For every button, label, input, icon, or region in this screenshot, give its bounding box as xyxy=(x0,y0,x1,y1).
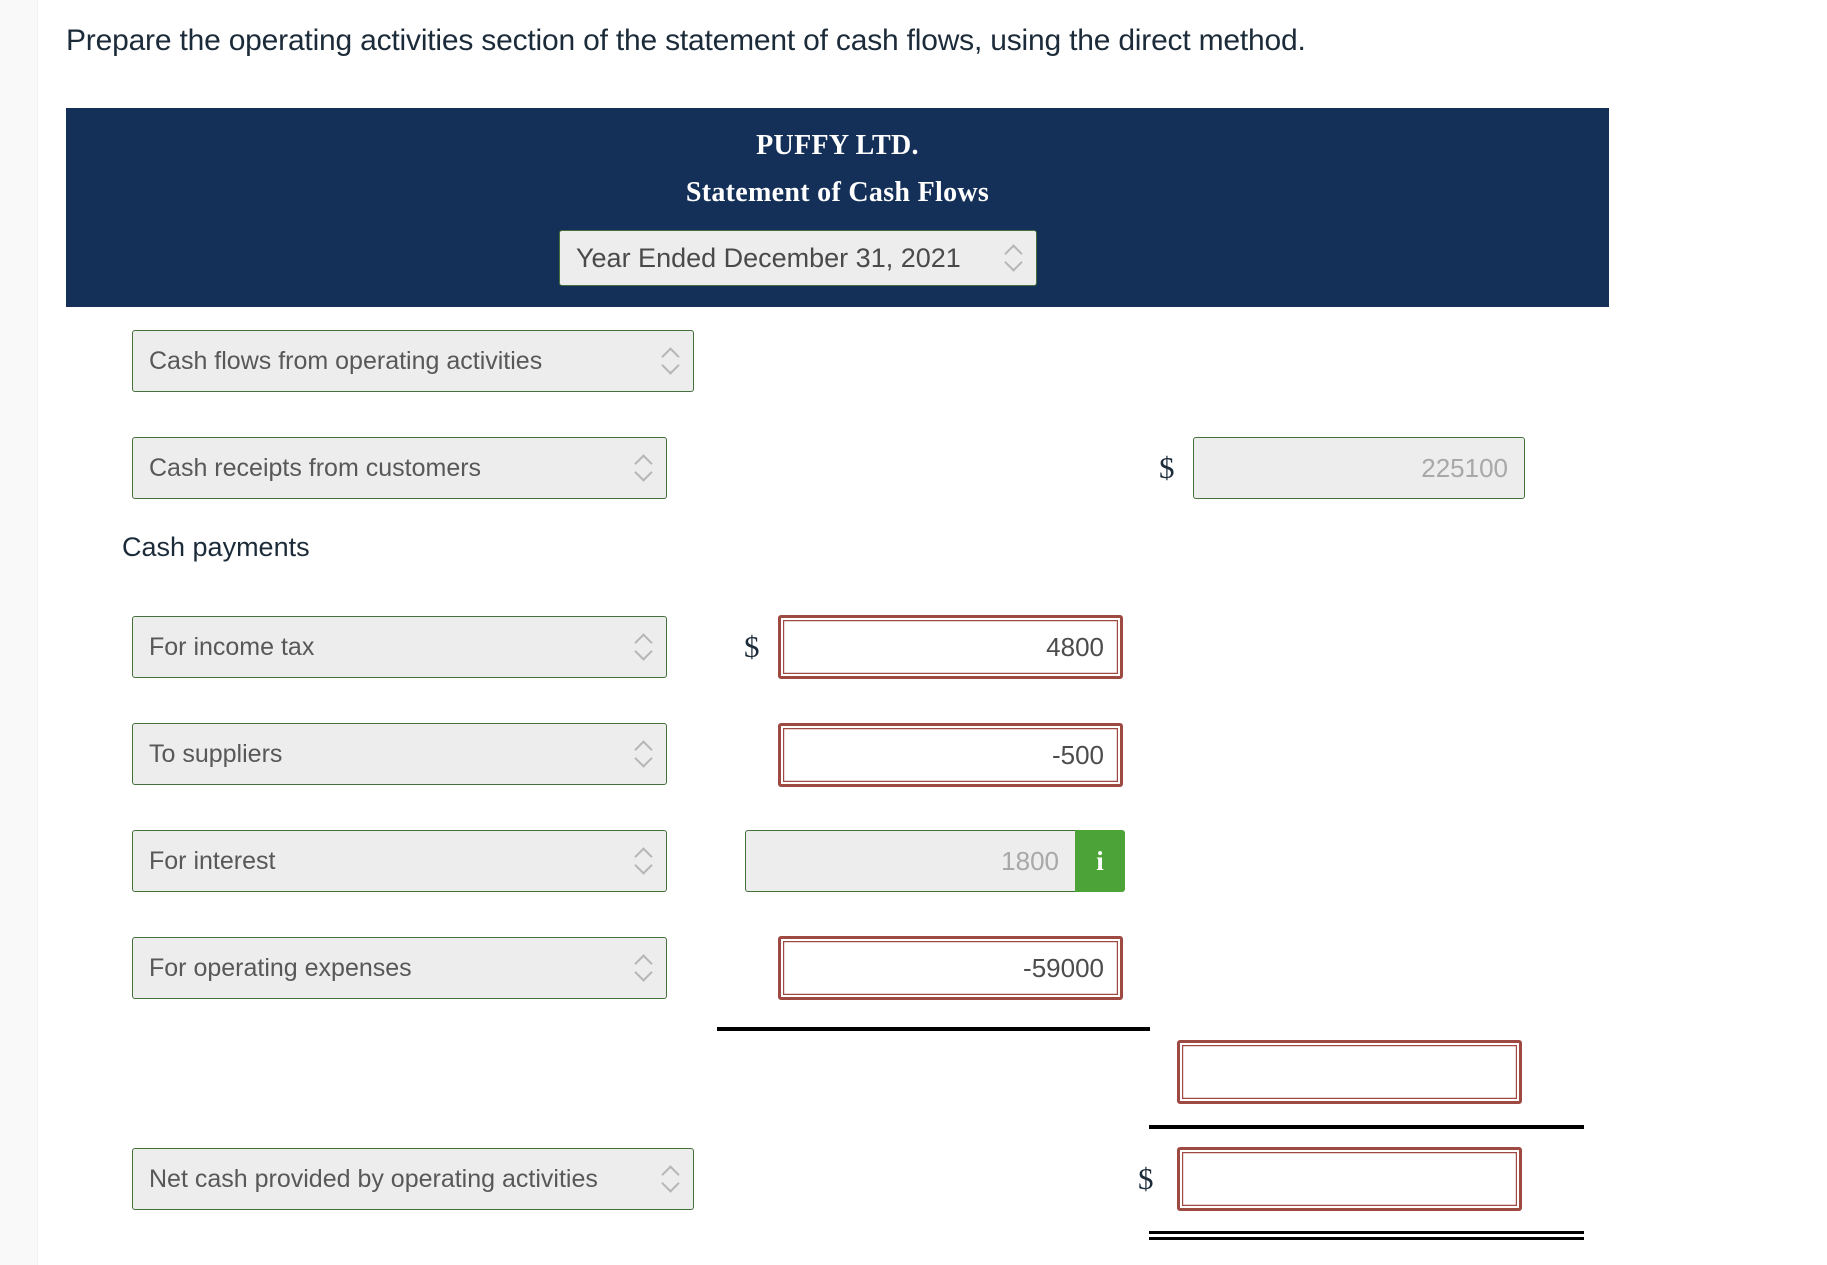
chevron-updown-icon xyxy=(634,848,652,874)
statement-title: Statement of Cash Flows xyxy=(685,177,990,208)
row-select-label: Cash receipts from customers xyxy=(149,453,482,482)
subtotal-rule-middle xyxy=(717,1027,1150,1031)
company-name: PUFFY LTD. xyxy=(756,130,919,161)
row-select-label: To suppliers xyxy=(149,739,283,768)
amount-input-operating-expenses[interactable]: -59000 xyxy=(778,936,1123,1000)
net-cash-input[interactable] xyxy=(1177,1147,1522,1211)
period-select[interactable]: Year Ended December 31, 2021 xyxy=(559,230,1037,286)
row-select-income-tax[interactable]: For income tax xyxy=(132,616,667,678)
chevron-updown-icon xyxy=(661,348,679,374)
row-select-to-suppliers[interactable]: To suppliers xyxy=(132,723,667,785)
cash-payments-heading: Cash payments xyxy=(122,532,310,562)
row-select-for-interest[interactable]: For interest xyxy=(132,830,667,892)
amount-input-cash-receipts[interactable]: 225100 xyxy=(1193,437,1525,499)
amount-input-for-interest[interactable]: 1800 xyxy=(745,830,1075,892)
chevron-updown-icon xyxy=(634,741,652,767)
instruction-text: Prepare the operating activities section… xyxy=(66,24,1306,57)
net-cash-select-label: Net cash provided by operating activitie… xyxy=(149,1164,598,1193)
row-select-label: For interest xyxy=(149,846,276,875)
dollar-sign-income-tax: $ xyxy=(744,629,760,664)
row-select-cash-receipts[interactable]: Cash receipts from customers xyxy=(132,437,667,499)
exercise-page: Prepare the operating activities section… xyxy=(38,0,1827,1265)
row-select-operating-expenses[interactable]: For operating expenses xyxy=(132,937,667,999)
row-select-label: For income tax xyxy=(149,632,315,661)
section-heading-select[interactable]: Cash flows from operating activities xyxy=(132,330,694,392)
chevron-updown-icon xyxy=(661,1166,679,1192)
net-cash-select[interactable]: Net cash provided by operating activitie… xyxy=(132,1148,694,1210)
amount-input-to-suppliers[interactable]: -500 xyxy=(778,723,1123,787)
subtotal-input[interactable] xyxy=(1177,1040,1522,1104)
chevron-updown-icon xyxy=(634,634,652,660)
subtotal-rule-right xyxy=(1149,1125,1584,1129)
chevron-updown-icon xyxy=(1004,245,1022,271)
section-heading-select-label: Cash flows from operating activities xyxy=(149,346,543,375)
period-select-label: Year Ended December 31, 2021 xyxy=(576,242,961,273)
info-icon-button[interactable]: i xyxy=(1075,830,1125,892)
row-select-label: For operating expenses xyxy=(149,953,412,982)
total-double-rule xyxy=(1149,1231,1584,1240)
amount-input-income-tax[interactable]: 4800 xyxy=(778,615,1123,679)
page-left-gutter xyxy=(0,0,38,1265)
chevron-updown-icon xyxy=(634,455,652,481)
chevron-updown-icon xyxy=(634,955,652,981)
dollar-sign-cash-receipts: $ xyxy=(1159,450,1175,485)
dollar-sign-net-cash: $ xyxy=(1138,1161,1154,1196)
